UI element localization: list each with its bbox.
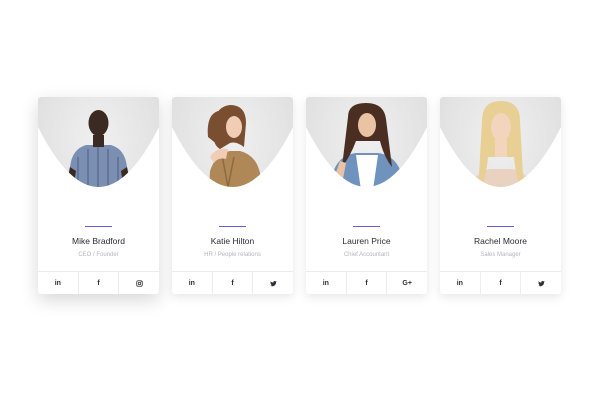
facebook-icon: f <box>231 279 234 287</box>
linkedin-button[interactable]: in <box>440 272 481 294</box>
member-photo <box>306 97 427 217</box>
team-card-mike-bradford[interactable]: Mike Bradford CEO / Founder in f <box>38 97 159 294</box>
member-info: Katie Hilton HR / People relations <box>172 217 293 271</box>
twitter-button[interactable] <box>253 272 293 294</box>
twitter-button[interactable] <box>521 272 561 294</box>
social-links: in f <box>440 271 561 294</box>
social-links: in f G+ <box>306 271 427 294</box>
twitter-icon <box>269 280 277 286</box>
member-name: Mike Bradford <box>72 236 125 246</box>
member-name: Rachel Moore <box>474 236 527 246</box>
social-links: in f <box>38 271 159 294</box>
member-role: HR / People relations <box>204 252 261 258</box>
facebook-icon: f <box>499 279 502 287</box>
member-info: Rachel Moore Sales Manager <box>440 217 561 271</box>
linkedin-icon: in <box>54 279 61 287</box>
member-role: Sales Manager <box>480 252 521 258</box>
linkedin-icon: in <box>188 279 195 287</box>
member-photo <box>440 97 561 217</box>
google-plus-button[interactable]: G+ <box>387 272 427 294</box>
photo-curve <box>38 127 159 217</box>
photo-curve <box>172 127 293 217</box>
member-name: Lauren Price <box>342 236 391 246</box>
team-grid: Mike Bradford CEO / Founder in f Katie H… <box>38 97 561 294</box>
social-links: in f <box>172 271 293 294</box>
facebook-button[interactable]: f <box>79 272 120 294</box>
member-name: Katie Hilton <box>210 236 255 246</box>
accent-line <box>219 226 246 227</box>
member-photo <box>172 97 293 217</box>
member-info: Mike Bradford CEO / Founder <box>38 217 159 271</box>
member-role: Chief Accountant <box>343 252 390 258</box>
photo-curve <box>306 127 427 217</box>
facebook-icon: f <box>365 279 368 287</box>
linkedin-icon: in <box>322 279 329 287</box>
facebook-button[interactable]: f <box>481 272 522 294</box>
team-card-lauren-price[interactable]: Lauren Price Chief Accountant in f G+ <box>306 97 427 294</box>
accent-line <box>85 226 112 227</box>
linkedin-icon: in <box>456 279 463 287</box>
linkedin-button[interactable]: in <box>38 272 79 294</box>
team-card-katie-hilton[interactable]: Katie Hilton HR / People relations in f <box>172 97 293 294</box>
team-card-rachel-moore[interactable]: Rachel Moore Sales Manager in f <box>440 97 561 294</box>
linkedin-button[interactable]: in <box>306 272 347 294</box>
facebook-button[interactable]: f <box>347 272 388 294</box>
google-plus-icon: G+ <box>402 279 412 287</box>
instagram-button[interactable] <box>119 272 159 294</box>
facebook-button[interactable]: f <box>213 272 254 294</box>
twitter-icon <box>537 280 545 286</box>
member-info: Lauren Price Chief Accountant <box>306 217 427 271</box>
accent-line <box>487 226 514 227</box>
instagram-icon <box>135 279 143 287</box>
member-role: CEO / Founder <box>78 252 119 258</box>
facebook-icon: f <box>97 279 100 287</box>
accent-line <box>353 226 380 227</box>
member-photo <box>38 97 159 217</box>
linkedin-button[interactable]: in <box>172 272 213 294</box>
photo-curve <box>440 127 561 217</box>
